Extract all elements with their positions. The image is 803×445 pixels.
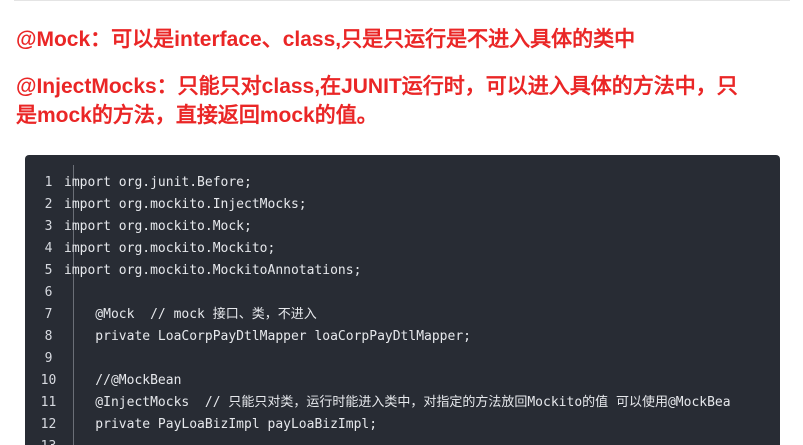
code-line: private LoaCorpPayDtlMapper loaCorpPayDt… [64, 329, 471, 344]
divider [14, 0, 790, 1]
code-line: import org.junit.Before; [64, 175, 252, 190]
code-line: @Mock // mock 接口、类，不进入 [64, 307, 317, 322]
line-number: 9 [44, 351, 53, 366]
code-line: import org.mockito.MockitoAnnotations; [64, 263, 362, 278]
code-line: import org.mockito.Mock; [64, 219, 252, 234]
code-line: //@MockBean [64, 373, 182, 388]
code-line: import org.mockito.Mockito; [64, 241, 276, 256]
mock-annotation-heading: @Mock：可以是interface、class,只是只运行是不进入具体的类中 [16, 28, 636, 51]
code-line: import org.mockito.InjectMocks; [64, 197, 307, 212]
line-number: 6 [44, 285, 53, 300]
line-number: 13 [25, 436, 72, 445]
injectmocks-annotation-heading-continued: 是mock的方法，直接返回mock的值。 [16, 104, 378, 127]
code-line: private PayLoaBizImpl payLoaBizImpl; [64, 417, 378, 432]
code-block[interactable]: 12345678910111213 import org.junit.Befor… [25, 155, 780, 445]
injectmocks-annotation-heading: @InjectMocks：只能只对class,在JUNIT运行时，可以进入具体的… [16, 75, 738, 98]
article-page: @Mock：可以是interface、class,只是只运行是不进入具体的类中 … [0, 0, 803, 445]
code-line: @InjectMocks // 只能只对类，运行时能进入类中，对指定的方法放回M… [64, 395, 731, 410]
